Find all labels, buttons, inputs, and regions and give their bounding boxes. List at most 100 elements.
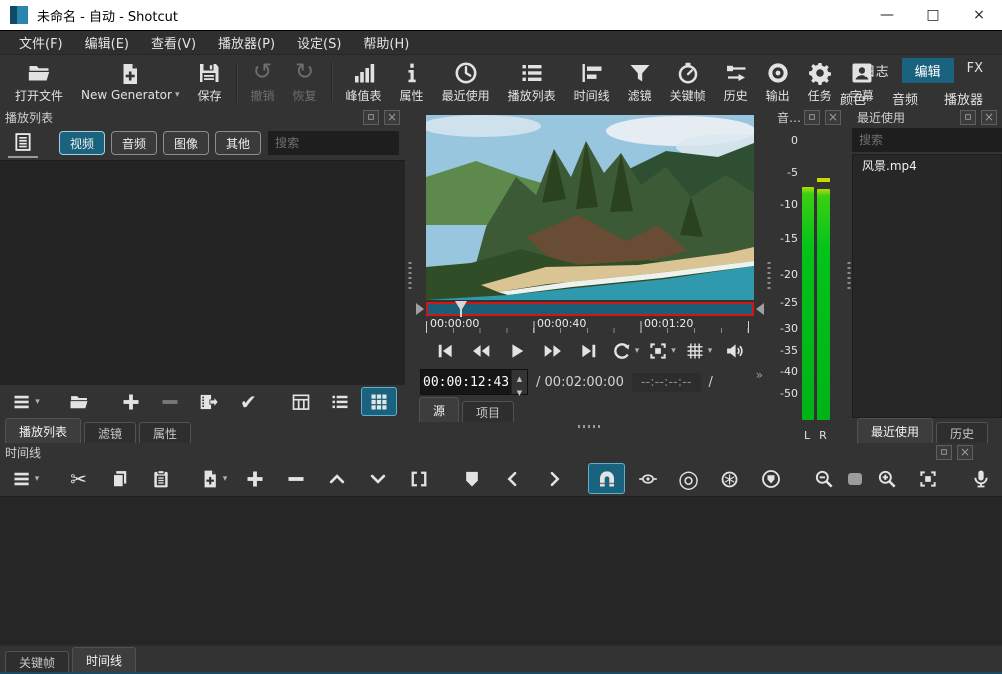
- grid-overlay-button[interactable]: ▾: [682, 336, 716, 365]
- loop-button[interactable]: ▾: [609, 336, 643, 365]
- save-button[interactable]: 保存: [188, 55, 230, 109]
- layout-FX[interactable]: FX: [954, 58, 996, 83]
- tab-滤镜[interactable]: 滤镜: [84, 422, 136, 443]
- position-input[interactable]: [421, 370, 511, 394]
- recent-button[interactable]: 最近使用: [433, 55, 499, 109]
- history-button[interactable]: 历史: [715, 55, 757, 109]
- detail-view-button[interactable]: [283, 387, 319, 416]
- fast-forward-button[interactable]: [537, 336, 570, 365]
- tab-关键帧[interactable]: 关键帧: [5, 651, 69, 672]
- overwrite-button[interactable]: [359, 463, 396, 494]
- tab-时间线[interactable]: 时间线: [72, 647, 136, 672]
- split-button[interactable]: [400, 463, 437, 494]
- undo-button[interactable]: ↺ 撤销: [242, 55, 284, 109]
- tab-播放列表[interactable]: 播放列表: [5, 418, 81, 443]
- skip-to-end-button[interactable]: [573, 336, 606, 365]
- trim-in-handle[interactable]: [416, 303, 424, 315]
- snap-button[interactable]: [588, 463, 625, 494]
- player-scrubber[interactable]: [416, 301, 764, 317]
- update-button[interactable]: ✔: [230, 387, 266, 416]
- peak-meter-button[interactable]: 峰值表: [337, 55, 391, 109]
- playlist-button[interactable]: 播放列表: [499, 55, 565, 109]
- filter-image-button[interactable]: 图像: [163, 131, 209, 155]
- menu-帮助(H)[interactable]: 帮助(H): [352, 30, 420, 55]
- paste-button[interactable]: [142, 463, 179, 494]
- filter-other-button[interactable]: 其他: [215, 131, 261, 155]
- open-file-button[interactable]: [61, 387, 97, 416]
- marker-button[interactable]: [453, 463, 490, 494]
- close-panel-button[interactable]: ×: [957, 445, 973, 460]
- slider-handle[interactable]: [848, 473, 862, 485]
- close-panel-button[interactable]: ×: [981, 110, 997, 125]
- list-view-button[interactable]: [322, 387, 358, 416]
- cut-button[interactable]: ✂: [60, 463, 97, 494]
- timeline-button[interactable]: 时间线: [565, 55, 619, 109]
- zoom-timeline-fit-button[interactable]: [909, 463, 946, 494]
- menu-编辑(E)[interactable]: 编辑(E): [74, 30, 140, 55]
- minimize-button[interactable]: —: [864, 0, 910, 30]
- trim-out-handle[interactable]: [756, 303, 764, 315]
- ripple-markers-button[interactable]: [752, 463, 789, 494]
- ripple-all-tracks-button[interactable]: ⊛: [711, 463, 748, 494]
- scrub-while-dragging-button[interactable]: [629, 463, 666, 494]
- toolbar-overflow-chevron[interactable]: »: [756, 368, 763, 382]
- filter-audio-button[interactable]: 音频: [111, 131, 157, 155]
- layout-编辑[interactable]: 编辑: [902, 58, 954, 83]
- menu-设定(S)[interactable]: 设定(S): [286, 30, 352, 55]
- tab-最近使用[interactable]: 最近使用: [857, 418, 933, 443]
- tab-历史[interactable]: 历史: [936, 422, 988, 443]
- keyframes-button[interactable]: 关键帧: [661, 55, 715, 109]
- ripple-delete-button[interactable]: [277, 463, 314, 494]
- spin-up-button[interactable]: ▲: [512, 370, 527, 384]
- float-panel-button[interactable]: [936, 445, 952, 460]
- volume-button[interactable]: [718, 336, 751, 365]
- grid-view-button[interactable]: [361, 387, 397, 416]
- record-audio-button[interactable]: [962, 463, 999, 494]
- ripple-button[interactable]: ◎: [670, 463, 707, 494]
- next-marker-button[interactable]: [535, 463, 572, 494]
- play-button[interactable]: [501, 336, 534, 365]
- zoom-timeline-out-button[interactable]: [805, 463, 842, 494]
- layout-日志[interactable]: 日志: [850, 58, 902, 83]
- skip-to-start-button[interactable]: [429, 336, 462, 365]
- append-clip-button[interactable]: ▾: [195, 463, 232, 494]
- properties-button[interactable]: 属性: [391, 55, 433, 109]
- close-panel-button[interactable]: ×: [384, 110, 400, 125]
- prev-marker-button[interactable]: [494, 463, 531, 494]
- append-button[interactable]: [113, 387, 149, 416]
- export-button[interactable]: 输出: [757, 55, 799, 109]
- playlist-search-input[interactable]: [268, 131, 399, 155]
- menu-文件(F)[interactable]: 文件(F): [8, 30, 74, 55]
- float-panel-button[interactable]: [960, 110, 976, 125]
- menu-查看(V)[interactable]: 查看(V): [140, 30, 207, 55]
- rewind-button[interactable]: [465, 336, 498, 365]
- tab-源[interactable]: 源: [419, 397, 459, 422]
- tab-属性[interactable]: 属性: [139, 422, 191, 443]
- redo-button[interactable]: ↻ 恢复: [284, 55, 326, 109]
- tab-项目[interactable]: 项目: [462, 401, 514, 422]
- new-generator-button[interactable]: New Generator▾: [72, 55, 188, 109]
- filters-button[interactable]: 滤镜: [619, 55, 661, 109]
- splitter-handle[interactable]: [414, 422, 766, 431]
- splitter-handle[interactable]: [846, 108, 852, 443]
- zoom-timeline-in-button[interactable]: [868, 463, 905, 494]
- float-panel-button[interactable]: [804, 110, 820, 125]
- remove-button[interactable]: [152, 387, 188, 416]
- recent-search-input[interactable]: [852, 128, 1002, 152]
- scrub-bar[interactable]: [426, 302, 754, 316]
- close-panel-button[interactable]: ×: [825, 110, 841, 125]
- add-source-button[interactable]: [191, 387, 227, 416]
- spin-down-button[interactable]: ▼: [512, 384, 527, 398]
- list-item[interactable]: 风景.mp4: [853, 155, 1001, 176]
- filter-video-button[interactable]: 视频: [59, 131, 105, 155]
- timeline-menu-button[interactable]: ▾: [7, 463, 44, 494]
- add-track-button[interactable]: [236, 463, 273, 494]
- menu-播放器(P)[interactable]: 播放器(P): [207, 30, 286, 55]
- splitter-handle[interactable]: [405, 108, 414, 443]
- close-button[interactable]: ×: [956, 0, 1002, 30]
- float-panel-button[interactable]: [363, 110, 379, 125]
- maximize-button[interactable]: □: [910, 0, 956, 30]
- playlist-view-button[interactable]: [8, 129, 38, 158]
- copy-button[interactable]: [101, 463, 138, 494]
- lift-button[interactable]: [318, 463, 355, 494]
